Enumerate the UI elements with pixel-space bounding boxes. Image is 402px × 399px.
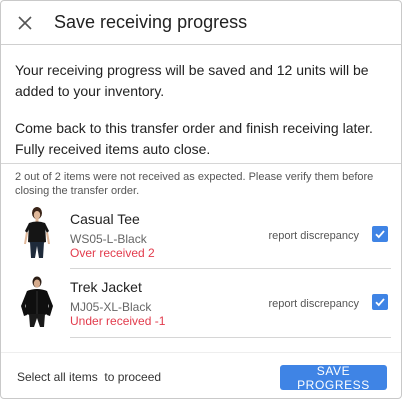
- item-name: Trek Jacket: [70, 279, 142, 295]
- report-discrepancy-link[interactable]: report discrepancy: [269, 230, 360, 242]
- list-item: Trek Jacket MJ05-XL-Black Under received…: [15, 272, 391, 336]
- save-progress-dialog: Save receiving progress Your receiving p…: [0, 0, 402, 399]
- item-status: Under received -1: [70, 314, 166, 328]
- divider: [70, 268, 391, 269]
- footer-hint: Select all items to proceed: [17, 370, 162, 384]
- divider: [70, 337, 391, 338]
- tee-shirt-model-image: [24, 207, 50, 258]
- item-sku: MJ05-XL-Black: [70, 300, 152, 314]
- verification-notice: 2 out of 2 items were not received as ex…: [15, 171, 374, 197]
- item-checkbox[interactable]: [372, 294, 388, 310]
- close-button[interactable]: [14, 12, 36, 34]
- message-line-saved: Your receiving progress will be saved an…: [15, 62, 369, 99]
- checkmark-icon: [375, 230, 385, 239]
- dialog-header: Save receiving progress: [1, 1, 401, 45]
- jacket-model-image: [21, 276, 53, 327]
- report-discrepancy-link[interactable]: report discrepancy: [269, 298, 360, 310]
- save-progress-button[interactable]: SAVE PROGRESS: [280, 364, 387, 392]
- item-sku: WS05-L-Black: [70, 232, 147, 246]
- dialog-message: Your receiving progress will be saved an…: [15, 60, 395, 160]
- close-icon: [18, 16, 32, 30]
- footer-divider: [1, 352, 401, 353]
- divider: [1, 163, 401, 164]
- item-checkbox[interactable]: [372, 226, 388, 242]
- item-name: Casual Tee: [70, 211, 140, 227]
- list-item: Casual Tee WS05-L-Black Over received 2 …: [15, 204, 391, 268]
- message-line-come-back: Come back to this transfer order and fin…: [15, 120, 373, 157]
- dialog-title: Save receiving progress: [54, 12, 248, 32]
- item-status: Over received 2: [70, 246, 155, 260]
- checkmark-icon: [375, 298, 385, 307]
